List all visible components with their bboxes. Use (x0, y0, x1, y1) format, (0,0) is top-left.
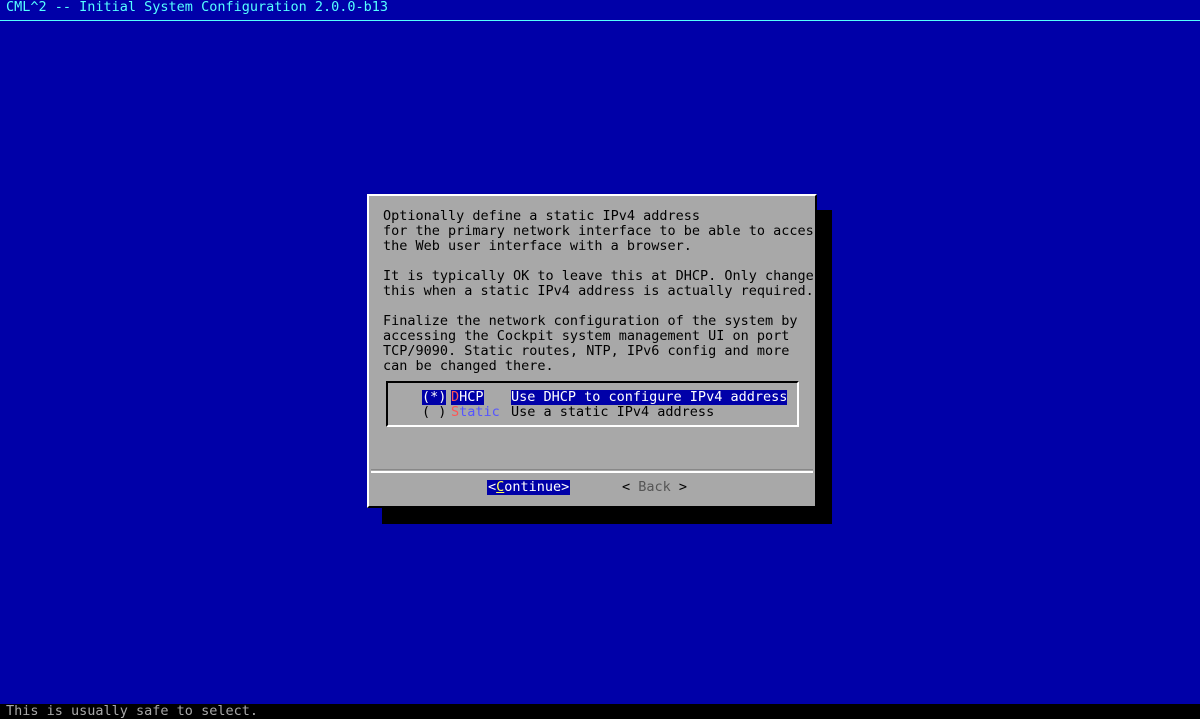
button-label: ontinue> (504, 479, 570, 495)
option-description[interactable]: Use a static IPv4 address (511, 405, 714, 420)
radio-selected-indicator[interactable]: (*) (422, 390, 446, 405)
option-tag-dhcp[interactable]: DHCP (451, 390, 484, 405)
message-line: for the primary network interface to be … (383, 223, 822, 239)
message-line: the Web user interface with a browser. (383, 238, 692, 254)
tag-text: HCP (459, 389, 484, 405)
ip-mode-radiolist: (*) DHCP Use DHCP to configure IPv4 addr… (386, 381, 799, 427)
button-bracket: > (678, 479, 688, 495)
message-line: TCP/9090. Static routes, NTP, IPv6 confi… (383, 343, 790, 359)
back-button[interactable]: < Back > (622, 480, 687, 495)
message-line: Finalize the network configuration of th… (383, 313, 798, 329)
radio-unselected-indicator[interactable]: ( ) (422, 405, 446, 420)
hotkey-letter: D (451, 389, 460, 405)
status-text: This is usually safe to select. (6, 703, 258, 719)
message-line: It is typically OK to leave this at DHCP… (383, 268, 814, 284)
button-bracket: < (622, 479, 631, 495)
message-line: can be changed there. (383, 358, 554, 374)
status-bar: This is usually safe to select. (0, 704, 1200, 719)
option-static[interactable]: ( ) Static Use a static IPv4 address (422, 405, 714, 420)
button-label: Back (630, 479, 679, 495)
option-tag-static[interactable]: Static (451, 405, 500, 420)
button-bracket: < (488, 479, 497, 495)
network-config-dialog: Optionally define a static IPv4 address … (367, 194, 822, 508)
button-divider (371, 471, 813, 473)
message-line: this when a static IPv4 address is actua… (383, 283, 814, 299)
window-title: CML^2 -- Initial System Configuration 2.… (6, 0, 389, 15)
button-divider-shade (371, 469, 813, 470)
message-line: accessing the Cockpit system management … (383, 328, 790, 344)
hotkey-letter: S (451, 404, 460, 420)
message-line: Optionally define a static IPv4 address (383, 208, 700, 224)
option-description[interactable]: Use DHCP to configure IPv4 address (511, 390, 788, 405)
title-divider (0, 20, 1200, 21)
continue-button[interactable]: <Continue> (487, 479, 571, 495)
tag-text: tatic (459, 404, 500, 420)
option-dhcp[interactable]: (*) DHCP Use DHCP to configure IPv4 addr… (422, 390, 788, 405)
